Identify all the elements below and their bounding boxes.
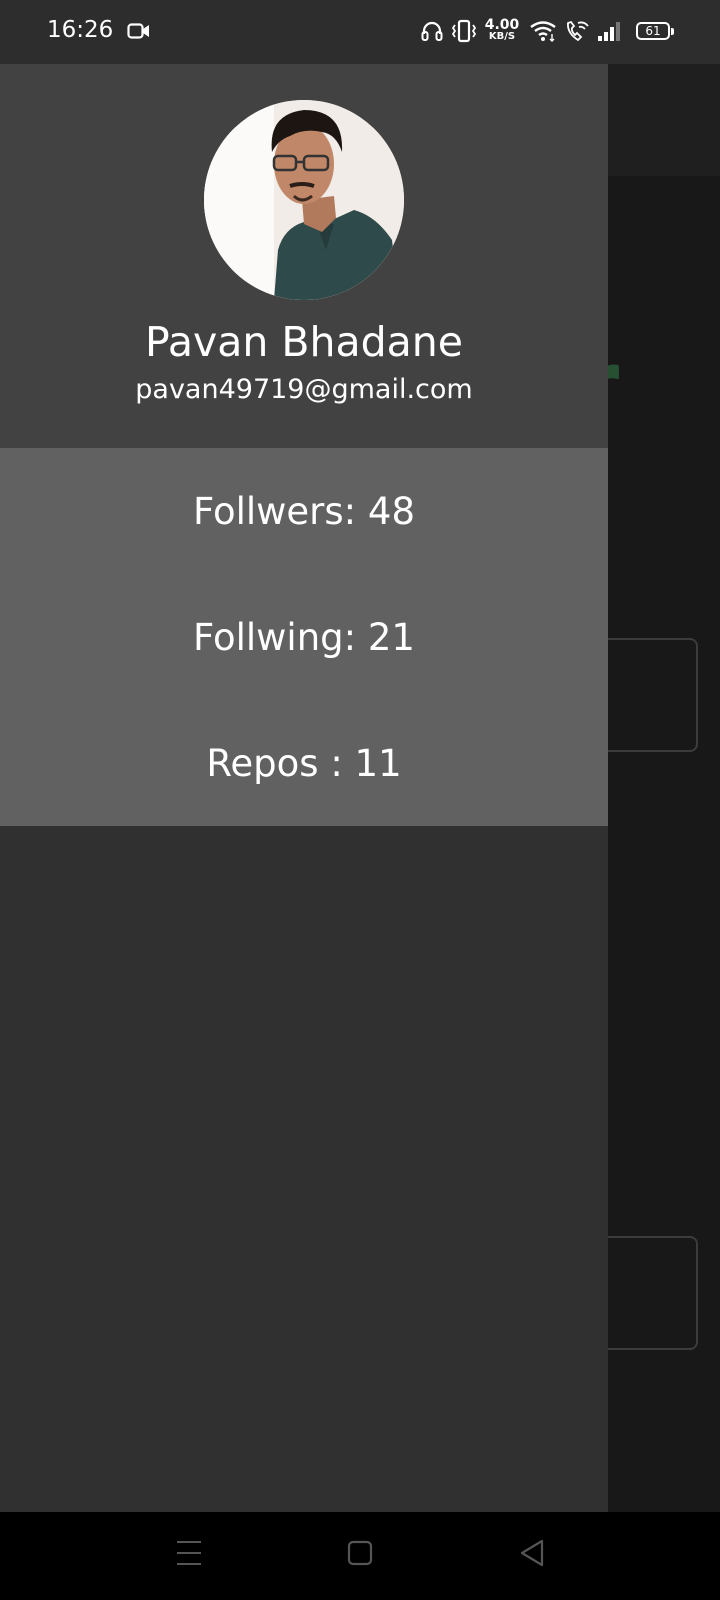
- status-bar: 16:26 4.00 KB/S 61: [0, 0, 720, 64]
- back-icon[interactable]: [518, 1536, 546, 1570]
- battery-icon: 61: [636, 22, 674, 40]
- menu-icon[interactable]: [175, 1536, 203, 1570]
- repos-count[interactable]: Repos : 11: [0, 742, 608, 785]
- drawer-header: Pavan Bhadane pavan49719@gmail.com: [0, 64, 608, 448]
- cell-signal-icon: [598, 22, 620, 41]
- wifi-icon: [530, 21, 556, 42]
- navigation-drawer[interactable]: Pavan Bhadane pavan49719@gmail.com Follw…: [0, 64, 608, 1512]
- followers-count[interactable]: Follwers: 48: [0, 490, 608, 533]
- profile-photo: [204, 100, 404, 300]
- profile-stats: Follwers: 48 Follwing: 21 Repos : 11: [0, 448, 608, 826]
- avatar[interactable]: [204, 100, 404, 300]
- wifi-calling-icon: [567, 20, 589, 42]
- vibrate-icon: [451, 19, 477, 43]
- system-nav-bar: [0, 1512, 720, 1600]
- following-count[interactable]: Follwing: 21: [0, 616, 608, 659]
- headphones-icon: [421, 21, 443, 41]
- network-speed: 4.00 KB/S: [483, 18, 521, 42]
- user-email: pavan49719@gmail.com: [135, 374, 473, 405]
- user-name: Pavan Bhadane: [144, 318, 463, 366]
- status-time: 16:26: [47, 17, 114, 43]
- video-record-icon: [127, 23, 149, 39]
- network-speed-value: 4.00: [484, 17, 520, 33]
- network-speed-unit: KB/S: [488, 31, 516, 42]
- home-icon[interactable]: [347, 1536, 373, 1570]
